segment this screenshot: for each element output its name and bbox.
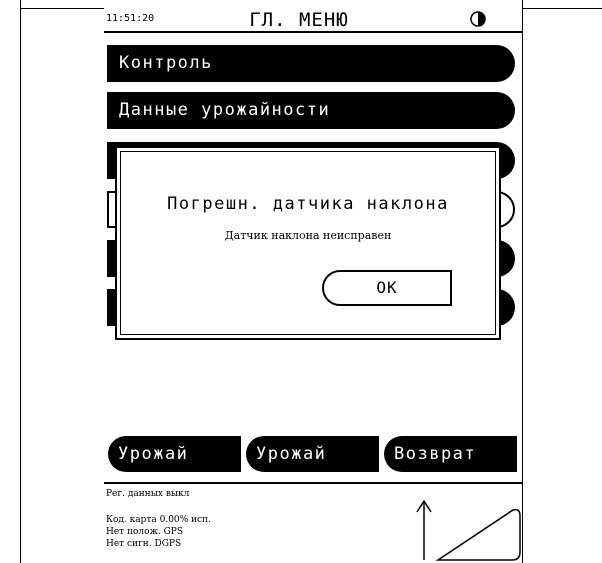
frame-left-line xyxy=(20,0,21,563)
menu-item-control[interactable]: Контроль xyxy=(107,45,515,82)
bottom-divider xyxy=(104,482,522,484)
dgps-status: Нет сигн. DGPS xyxy=(106,539,182,549)
gps-status: Нет полож. GPS xyxy=(106,527,183,537)
terminal-screen: 11:51:20 ГЛ. МЕНЮ Контроль Данные урожай… xyxy=(104,8,522,563)
error-dialog: Погрешн. датчика наклона Датчик наклона … xyxy=(115,146,501,340)
softkey-yield-1[interactable]: Урожай xyxy=(108,436,241,472)
dialog-message: Датчик наклона неисправен xyxy=(224,229,392,242)
softkey-yield-2[interactable]: Урожай xyxy=(246,436,379,472)
clock: 11:51:20 xyxy=(106,13,155,24)
logging-status: Рег. данных выкл xyxy=(106,489,190,499)
dialog-inner-border xyxy=(120,151,496,335)
contrast-icon[interactable] xyxy=(470,11,486,27)
menu-item-yield-data[interactable]: Данные урожайности xyxy=(107,92,515,129)
ok-button[interactable]: OK xyxy=(322,270,452,306)
status-divider xyxy=(104,31,522,33)
dialog-title: Погрешн. датчика наклона xyxy=(167,194,449,214)
page-title: ГЛ. МЕНЮ xyxy=(249,9,349,31)
tilt-indicator-icon xyxy=(416,499,521,561)
softkey-return[interactable]: Возврат xyxy=(384,436,517,472)
frame-right-line xyxy=(522,0,523,563)
card-usage: Код. карта 0.00% исп. xyxy=(106,515,211,525)
